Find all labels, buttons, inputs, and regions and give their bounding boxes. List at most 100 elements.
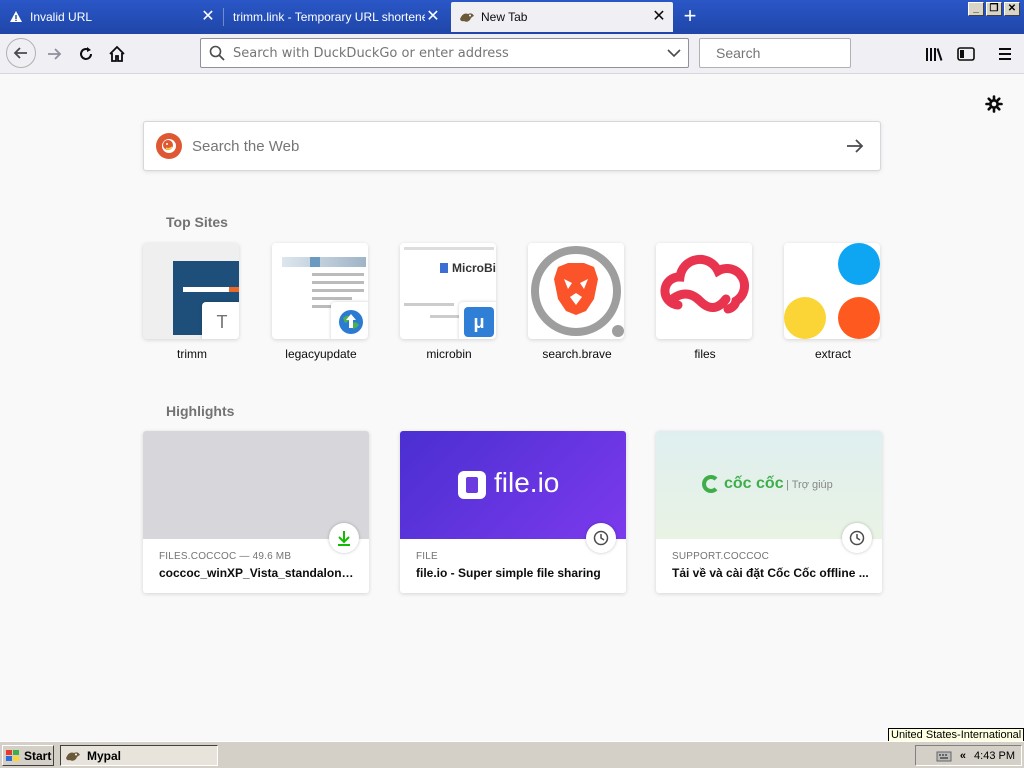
windows-flag-icon — [6, 749, 19, 761]
highlight-context: FILE — [416, 551, 438, 562]
search-bar[interactable] — [699, 38, 897, 68]
microbin-logo-icon: μ — [459, 302, 496, 339]
site-label: search.brave — [542, 347, 612, 361]
site-thumbnail — [528, 243, 624, 339]
top-site-search-brave[interactable]: search.brave — [528, 243, 626, 361]
taskbar-item-mypal[interactable]: Mypal — [60, 745, 218, 766]
close-tab-icon[interactable]: ✕ — [200, 9, 216, 25]
tab-title: Invalid URL — [30, 10, 93, 24]
library-icon — [926, 48, 943, 61]
highlight-context: FILES.COCCOC — 49.6 MB — [159, 551, 292, 562]
site-label: legacyupdate — [285, 347, 357, 361]
globe-update-icon — [331, 302, 368, 339]
taskbar: Start Mypal « 4:43 PM — [0, 741, 1024, 768]
site-initial-badge: T — [202, 302, 239, 339]
highlight-title: file.io - Super simple file sharing — [416, 566, 601, 580]
window-controls: _ ❐ ✕ — [968, 2, 1020, 16]
microbin-preview-title: MicroBi — [452, 261, 496, 275]
highlight-thumbnail: file.io — [400, 431, 626, 539]
search-go-button[interactable] — [830, 122, 880, 170]
top-site-legacyupdate[interactable]: legacyupdate — [272, 243, 370, 361]
highlight-title: coccoc_winXP_Vista_standalone_... — [159, 566, 359, 580]
tab-title: trimm.link - Temporary URL shortener — [233, 10, 425, 24]
sidebar-icon — [957, 47, 975, 61]
back-button[interactable] — [6, 38, 36, 68]
site-label: microbin — [426, 347, 472, 361]
maximize-button[interactable]: ❐ — [986, 2, 1002, 16]
fileio-logo-icon — [458, 471, 486, 499]
top-site-trimm[interactable]: T trimm — [143, 243, 241, 361]
start-label: Start — [24, 748, 52, 763]
new-tab-button[interactable]: + — [676, 4, 704, 30]
forward-arrow-icon — [48, 48, 62, 60]
tab-invalid-url[interactable]: Invalid URL ✕ — [0, 2, 222, 32]
url-input[interactable] — [233, 45, 660, 61]
browser-window: Invalid URL ✕ trimm.link - Temporary URL… — [0, 0, 1024, 768]
close-tab-icon[interactable]: ✕ — [651, 9, 667, 25]
web-search-input[interactable] — [192, 137, 830, 155]
brave-lion-icon — [531, 246, 624, 337]
files-cloud-icon — [660, 254, 749, 314]
highlights-heading: Highlights — [166, 403, 235, 419]
highlight-title: Tải về và cài đặt Cốc Cốc offline ... — [672, 566, 869, 580]
coccoc-wordmark: cốc cốc — [724, 475, 784, 492]
keyboard-icon — [936, 751, 952, 761]
menu-button[interactable] — [991, 40, 1019, 68]
customize-button[interactable] — [984, 94, 1004, 114]
forward-button[interactable] — [40, 40, 68, 68]
tray-expand-button[interactable]: « — [960, 750, 966, 762]
tab-separator — [223, 8, 224, 26]
highlight-card-fileio[interactable]: file.io FILE file.io - Super simple file… — [400, 431, 626, 593]
close-tab-icon[interactable]: ✕ — [425, 9, 441, 25]
site-thumbnail: T — [143, 243, 239, 339]
coccoc-logo-icon — [702, 475, 720, 493]
top-site-files[interactable]: files — [656, 243, 754, 361]
site-thumbnail — [784, 243, 880, 339]
highlight-context: SUPPORT.COCCOC — [672, 551, 770, 562]
highlight-thumbnail — [143, 431, 369, 539]
site-thumbnail — [272, 243, 368, 339]
new-tab-page: Top Sites T trimm — [0, 74, 1024, 741]
clock-icon — [586, 523, 616, 553]
url-bar[interactable] — [200, 38, 689, 68]
minimize-button[interactable]: _ — [968, 2, 984, 16]
navigation-toolbar — [0, 34, 1024, 74]
download-icon — [329, 523, 359, 553]
top-site-microbin[interactable]: MicroBi μ microbin — [400, 243, 498, 361]
highlight-card-coccoc-download[interactable]: FILES.COCCOC — 49.6 MB coccoc_winXP_Vist… — [143, 431, 369, 593]
clock: 4:43 PM — [974, 749, 1015, 762]
gear-icon — [985, 95, 1003, 113]
web-search-box[interactable] — [143, 121, 881, 171]
top-site-extract[interactable]: extract — [784, 243, 882, 361]
tab-strip: Invalid URL ✕ trimm.link - Temporary URL… — [0, 0, 1024, 34]
system-tray: « 4:43 PM — [915, 745, 1022, 766]
close-window-button[interactable]: ✕ — [1004, 2, 1020, 16]
top-sites-grid: T trimm legacyupdate MicroBi μ microbin … — [143, 243, 883, 368]
task-label: Mypal — [87, 748, 122, 763]
coccoc-subtitle: | Trợ giúp — [786, 479, 833, 491]
start-button[interactable]: Start — [2, 745, 54, 766]
tab-new-tab[interactable]: New Tab ✕ — [451, 2, 673, 32]
clock-icon — [842, 523, 872, 553]
highlight-card-coccoc-support[interactable]: cốc cốc | Trợ giúp SUPPORT.COCCOC Tải về… — [656, 431, 882, 593]
back-arrow-icon — [13, 47, 27, 59]
arrow-right-icon — [847, 139, 864, 153]
tab-title: New Tab — [481, 10, 528, 24]
top-sites-heading: Top Sites — [166, 214, 228, 230]
duckduckgo-icon — [156, 133, 182, 159]
chevron-down-icon — [667, 49, 681, 58]
highlight-thumbnail: cốc cốc | Trợ giúp — [656, 431, 882, 539]
search-input[interactable] — [716, 45, 897, 61]
site-label: extract — [814, 347, 851, 361]
hamburger-icon — [999, 48, 1011, 60]
site-thumbnail: MicroBi μ — [400, 243, 496, 339]
sidebar-toggle-button[interactable] — [952, 40, 980, 68]
site-thumbnail — [656, 243, 752, 339]
reload-button[interactable] — [72, 40, 100, 68]
site-label: files — [694, 347, 716, 361]
highlights-grid: FILES.COCCOC — 49.6 MB coccoc_winXP_Vist… — [143, 431, 883, 593]
url-dropdown-button[interactable] — [660, 39, 688, 67]
library-button[interactable] — [920, 40, 948, 68]
tab-trimm[interactable]: trimm.link - Temporary URL shortener ✕ — [225, 2, 447, 32]
home-button[interactable] — [103, 40, 131, 68]
